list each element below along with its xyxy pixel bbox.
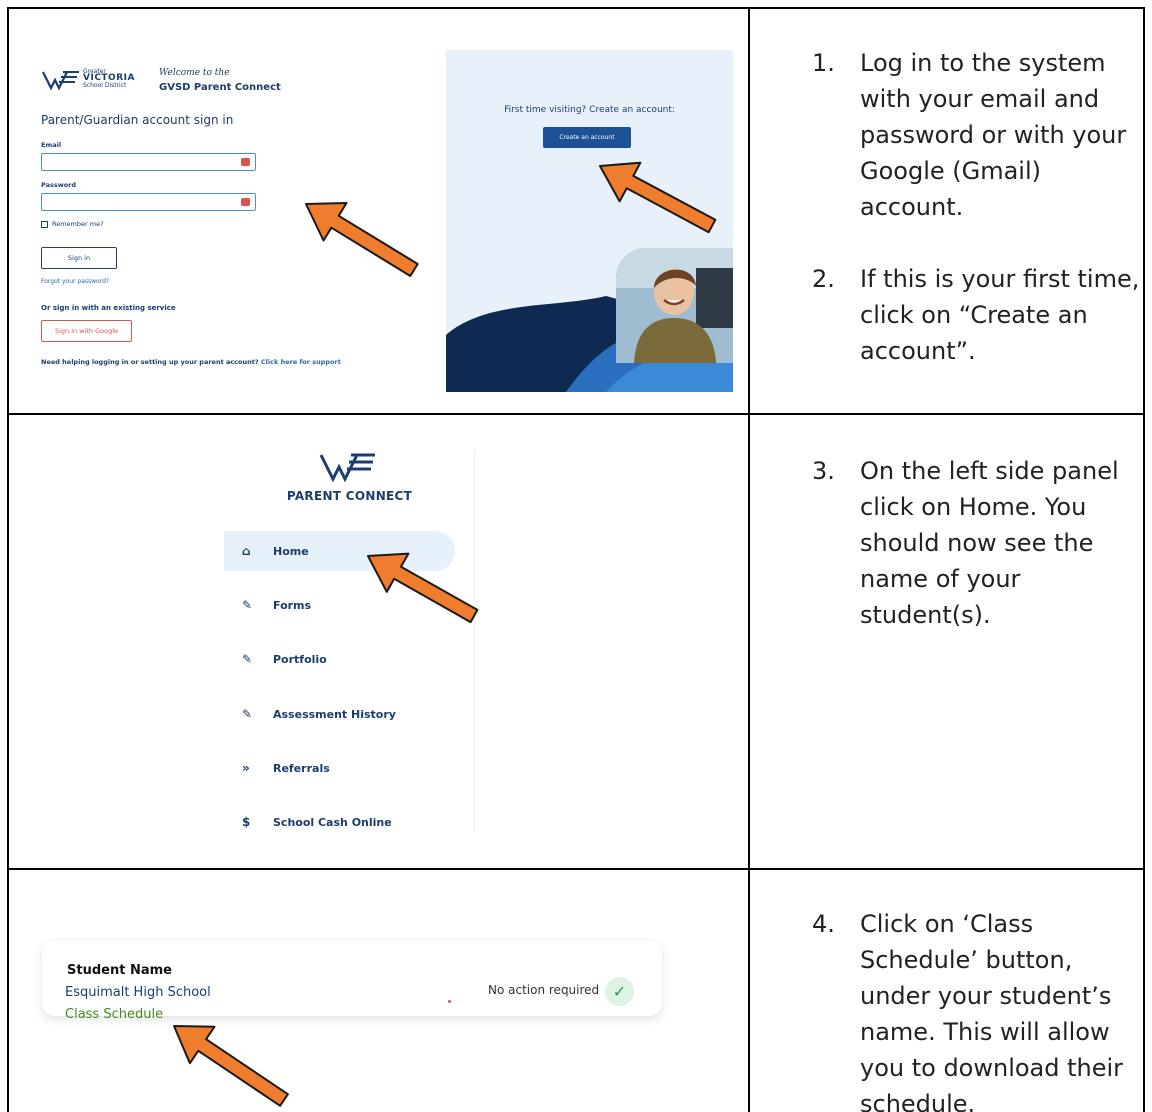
pencil-icon: ✎ xyxy=(242,598,253,612)
step-number: 1. xyxy=(812,49,835,77)
step-text: If this is your first time, click on “Cr… xyxy=(860,265,1140,365)
password-field[interactable] xyxy=(41,193,256,211)
nav-item-label: Assessment History xyxy=(273,707,396,721)
double-chevron-icon: » xyxy=(242,761,250,775)
student-name: Student Name xyxy=(67,963,172,978)
step-text: Log in to the system with your email and… xyxy=(860,49,1127,221)
forgot-password-link[interactable]: Forgot your password? xyxy=(41,278,109,285)
status-text: No action required xyxy=(488,983,600,997)
pencil-icon: ✎ xyxy=(242,652,253,666)
support-link[interactable]: Click here for support xyxy=(261,358,341,366)
password-label: Password xyxy=(41,181,77,189)
gvsd-logo-icon xyxy=(42,71,79,91)
student-card: Student Name Esquimalt High School Class… xyxy=(42,940,662,1022)
email-field[interactable] xyxy=(41,153,256,171)
steps-row-2: 3. On the left side panel click on Home.… xyxy=(812,453,1140,669)
nav-screenshot: PARENT CONNECT ⌂ Home ✎ Forms ✎ Portfoli… xyxy=(224,449,475,833)
portal-name: GVSD Parent Connect xyxy=(159,82,281,93)
step-3: 3. On the left side panel click on Home.… xyxy=(812,453,1140,633)
password-manager-icon[interactable] xyxy=(241,198,250,206)
nav-item-assessment-history[interactable]: ✎ Assessment History xyxy=(224,694,475,734)
remember-label: Remember me? xyxy=(52,220,104,228)
steps-row-1: 1. Log in to the system with your email … xyxy=(812,45,1140,405)
home-icon: ⌂ xyxy=(242,544,251,558)
dollar-icon: $ xyxy=(242,815,251,829)
sign-in-button[interactable]: Sign in xyxy=(41,247,117,269)
step-4: 4. Click on ‘Class Schedule’ button, und… xyxy=(812,906,1140,1112)
child-photo-image xyxy=(616,248,733,363)
steps-row-3: 4. Click on ‘Class Schedule’ button, und… xyxy=(812,906,1140,1112)
table-border-right xyxy=(1143,7,1145,1112)
nav-item-label: Referrals xyxy=(273,761,330,775)
school-name: Esquimalt High School xyxy=(65,985,211,1000)
step-2: 2. If this is your first time, click on … xyxy=(812,261,1140,369)
row-divider xyxy=(7,413,1145,415)
column-divider xyxy=(748,7,750,1112)
nav-item-label: School Cash Online xyxy=(273,815,392,829)
google-signin-button[interactable]: Sign in with Google xyxy=(41,320,132,342)
welcome-text: Welcome to the xyxy=(159,68,230,78)
nav-item-portfolio[interactable]: ✎ Portfolio xyxy=(224,639,475,679)
create-account-panel: First time visiting? Create an account: … xyxy=(446,50,733,392)
nav-item-referrals[interactable]: » Referrals xyxy=(224,748,475,788)
step-1: 1. Log in to the system with your email … xyxy=(812,45,1140,225)
step-number: 3. xyxy=(812,457,835,485)
nav-item-school-cash-online[interactable]: $ School Cash Online xyxy=(224,802,475,842)
nav-item-forms[interactable]: ✎ Forms xyxy=(224,585,475,625)
email-label: Email xyxy=(41,141,62,149)
nav-item-label: Forms xyxy=(273,598,312,612)
checkmark-icon: ✓ xyxy=(605,977,634,1006)
table-border-left xyxy=(7,7,9,1112)
password-manager-icon[interactable] xyxy=(241,158,250,166)
parent-connect-title: PARENT CONNECT xyxy=(286,489,413,503)
district-brand: Greater VICTORIA School District xyxy=(83,68,135,89)
pencil-icon: ✎ xyxy=(242,707,253,721)
login-screenshot: Greater VICTORIA School District Welcome… xyxy=(28,50,733,392)
nav-item-home[interactable]: ⌂ Home xyxy=(224,531,455,571)
step-number: 4. xyxy=(812,910,835,938)
support-text: Need helping logging in or setting up yo… xyxy=(41,358,341,366)
signin-title: Parent/Guardian account sign in xyxy=(41,113,234,127)
table-border-top xyxy=(7,7,1145,9)
child-photo xyxy=(616,248,733,363)
row-divider xyxy=(7,868,1145,870)
brand-line: VICTORIA xyxy=(83,73,135,83)
remember-me[interactable]: Remember me? xyxy=(41,220,104,228)
login-panel: Greater VICTORIA School District Welcome… xyxy=(28,50,446,392)
step-text: On the left side panel click on Home. Yo… xyxy=(860,457,1119,629)
decorative-dot xyxy=(448,1000,451,1003)
parent-connect-logo-icon xyxy=(319,453,375,483)
brand-line: School District xyxy=(83,82,127,89)
checkbox-icon[interactable] xyxy=(41,220,48,228)
nav-item-label: Home xyxy=(273,544,309,558)
step-number: 2. xyxy=(812,265,835,293)
nav-item-label: Portfolio xyxy=(273,652,327,666)
class-schedule-button[interactable]: Class Schedule xyxy=(65,1007,163,1022)
support-question: Need helping logging in or setting up yo… xyxy=(41,358,259,366)
step-text: Click on ‘Class Schedule’ button, under … xyxy=(860,910,1124,1112)
existing-service-heading: Or sign in with an existing service xyxy=(41,304,176,312)
